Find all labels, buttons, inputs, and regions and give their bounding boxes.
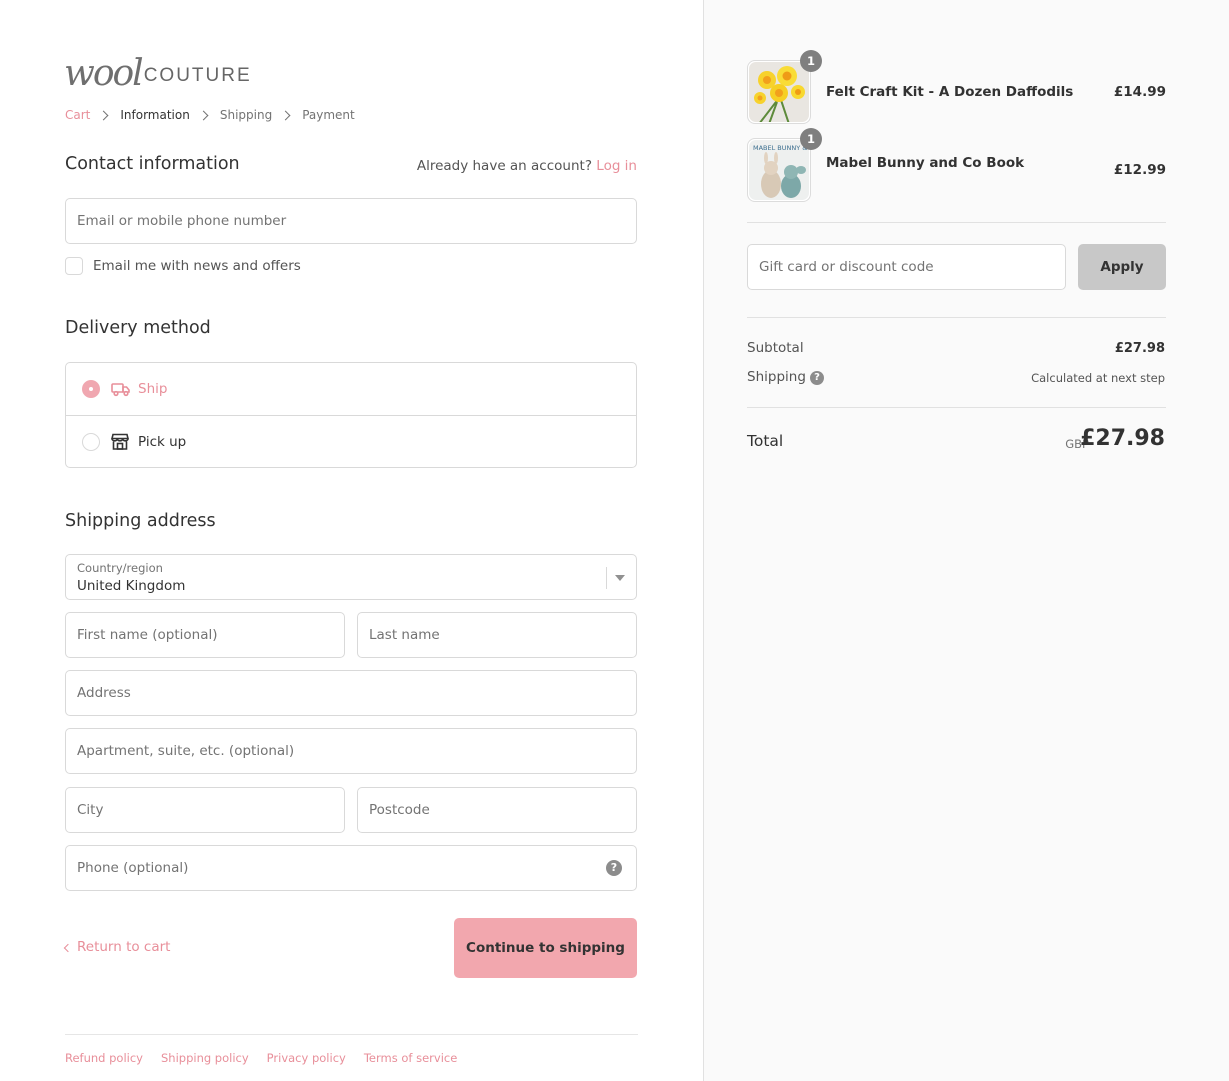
shipping-policy-link[interactable]: Shipping policy xyxy=(161,1051,249,1065)
chevron-right-icon xyxy=(280,110,291,120)
shipping-note: Calculated at next step xyxy=(1031,371,1165,385)
chevron-left-icon xyxy=(63,943,73,952)
phone-field[interactable] xyxy=(66,846,636,890)
pickup-radio[interactable] xyxy=(82,432,100,451)
breadcrumb-payment: Payment xyxy=(302,108,355,122)
postcode-wrapper xyxy=(357,787,637,833)
quantity-badge: 1 xyxy=(800,50,822,72)
order-summary: 1 Felt Craft Kit - A Dozen Daffodils £14… xyxy=(703,0,1229,1081)
privacy-policy-link[interactable]: Privacy policy xyxy=(267,1051,346,1065)
total-label: Total xyxy=(747,432,784,450)
phone-help-icon[interactable]: ? xyxy=(606,860,622,876)
book-cover-title: MABEL BUNNY & CO xyxy=(753,144,809,152)
breadcrumb-information: Information xyxy=(120,108,190,122)
newsletter-option[interactable]: Email me with news and offers xyxy=(65,257,301,275)
city-wrapper xyxy=(65,787,345,833)
subtotal-value: £27.98 xyxy=(1114,341,1165,356)
city-field[interactable] xyxy=(66,788,344,832)
footer-divider xyxy=(65,1034,638,1035)
newsletter-checkbox[interactable] xyxy=(65,257,83,275)
apply-discount-button[interactable]: Apply xyxy=(1078,244,1166,290)
apartment-wrapper xyxy=(65,728,637,774)
subtotal-label: Subtotal xyxy=(747,340,804,356)
newsletter-label: Email me with news and offers xyxy=(93,258,301,274)
product-price: £14.99 xyxy=(1113,84,1166,100)
checkout-main: wool COUTURE Cart Information Shipping P… xyxy=(0,0,703,1081)
last-name-field[interactable] xyxy=(358,613,636,657)
chevron-right-icon xyxy=(98,110,109,120)
address-wrapper xyxy=(65,670,637,716)
delivery-option-pickup[interactable]: Pick up xyxy=(66,415,636,467)
delivery-option-ship[interactable]: Ship xyxy=(66,363,636,415)
breadcrumb: Cart Information Shipping Payment xyxy=(65,108,355,122)
product-name: Felt Craft Kit - A Dozen Daffodils xyxy=(826,84,1074,100)
login-link[interactable]: Log in xyxy=(596,158,637,174)
summary-divider xyxy=(747,317,1166,318)
breadcrumb-shipping: Shipping xyxy=(219,108,273,122)
product-thumbnail: 1 xyxy=(747,50,822,124)
address-field[interactable] xyxy=(66,671,636,715)
policy-footer: Refund policy Shipping policy Privacy po… xyxy=(65,1051,475,1065)
return-to-cart-link[interactable]: Return to cart xyxy=(63,939,171,955)
cart-item: 1 Felt Craft Kit - A Dozen Daffodils £14… xyxy=(747,50,1166,124)
country-select[interactable]: Country/region United Kingdom xyxy=(65,554,637,600)
store-logo[interactable]: wool COUTURE xyxy=(64,46,252,92)
discount-field-wrapper xyxy=(747,244,1066,290)
account-prompt-text: Already have an account? xyxy=(416,158,592,174)
pickup-label: Pick up xyxy=(138,433,187,450)
total-value: £27.98 xyxy=(1080,426,1165,451)
continue-to-shipping-button[interactable]: Continue to shipping xyxy=(454,918,637,978)
store-icon xyxy=(111,433,131,451)
discount-code-field[interactable] xyxy=(748,245,1065,289)
country-label: Country/region xyxy=(77,561,163,575)
logo-caps-text: COUTURE xyxy=(143,65,252,86)
logo-script-text: wool xyxy=(64,53,144,94)
email-field[interactable] xyxy=(66,199,636,243)
return-to-cart-label: Return to cart xyxy=(77,939,171,955)
postcode-field[interactable] xyxy=(358,788,636,832)
country-value: United Kingdom xyxy=(77,578,186,594)
summary-divider xyxy=(747,407,1166,408)
email-field-wrapper xyxy=(65,198,637,244)
select-divider xyxy=(606,567,607,589)
book-cover-image: MABEL BUNNY & CO xyxy=(749,140,809,200)
delivery-heading: Delivery method xyxy=(65,318,211,338)
account-prompt: Already have an account? Log in xyxy=(417,158,637,174)
product-name: Mabel Bunny and Co Book xyxy=(826,155,1025,171)
ship-label: Ship xyxy=(138,381,168,397)
shipping-address-heading: Shipping address xyxy=(65,511,216,531)
truck-icon xyxy=(111,380,131,398)
shipping-help-icon[interactable]: ? xyxy=(810,371,824,385)
first-name-field[interactable] xyxy=(66,613,344,657)
breadcrumb-cart[interactable]: Cart xyxy=(65,108,90,122)
ship-radio[interactable] xyxy=(82,380,100,398)
chevron-down-icon xyxy=(615,575,625,581)
phone-wrapper xyxy=(65,845,637,891)
quantity-badge: 1 xyxy=(800,128,822,150)
summary-divider xyxy=(747,222,1166,223)
product-thumbnail: MABEL BUNNY & CO 1 xyxy=(747,128,822,202)
daffodil-image xyxy=(749,62,809,122)
refund-policy-link[interactable]: Refund policy xyxy=(65,1051,143,1065)
terms-of-service-link[interactable]: Terms of service xyxy=(364,1051,457,1065)
product-price: £12.99 xyxy=(1113,162,1166,178)
cart-item: MABEL BUNNY & CO 1 Mabel Bunny and Co Bo… xyxy=(747,128,1166,202)
apartment-field[interactable] xyxy=(66,729,636,773)
first-name-wrapper xyxy=(65,612,345,658)
contact-heading: Contact information xyxy=(65,154,240,174)
shipping-label: Shipping xyxy=(747,369,806,385)
delivery-method-group: Ship Pick up xyxy=(65,362,637,468)
last-name-wrapper xyxy=(357,612,637,658)
chevron-right-icon xyxy=(198,110,209,120)
